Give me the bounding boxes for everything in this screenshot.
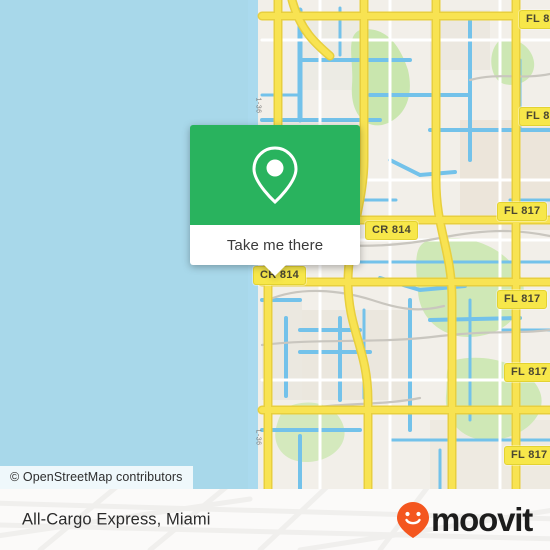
road-shield-fl81[interactable]: FL 81 (519, 10, 550, 29)
map-popup-callout[interactable]: Take me there (190, 125, 360, 276)
take-me-there-label: Take me there (226, 236, 324, 254)
screenshot-root: 1-36 L-36 FL 81 FL 81 FL 817 CR 814 CR 8… (0, 0, 550, 550)
popup-tail-arrow (263, 264, 287, 276)
street-label-vertical: L-36 (254, 429, 262, 446)
moovit-wordmark: moovit (431, 501, 533, 538)
road-shield-cr814[interactable]: CR 814 (365, 221, 419, 240)
street-label-vertical: 1-36 (254, 97, 262, 114)
page-title: All-Cargo Express, Miami (22, 510, 211, 528)
road-shield-fl817[interactable]: FL 817 (497, 290, 548, 309)
map-attribution[interactable]: © OpenStreetMap contributors (0, 466, 193, 489)
map-canvas[interactable]: 1-36 L-36 FL 81 FL 81 FL 817 CR 814 CR 8… (0, 0, 550, 489)
moovit-logo[interactable]: moovit (396, 501, 533, 539)
moovit-pin-smiley-icon (397, 501, 430, 538)
popup-icon-area (190, 125, 360, 225)
footer-bar: All-Cargo Express, Miami moovit (0, 489, 550, 550)
road-shield-fl817[interactable]: FL 817 (504, 446, 550, 465)
road-shield-fl817[interactable]: FL 817 (504, 363, 550, 382)
location-pin-icon (252, 146, 298, 205)
road-shield-fl81[interactable]: FL 81 (519, 107, 550, 126)
popup-action-bar[interactable]: Take me there (190, 225, 360, 276)
road-shield-fl817[interactable]: FL 817 (497, 202, 548, 221)
